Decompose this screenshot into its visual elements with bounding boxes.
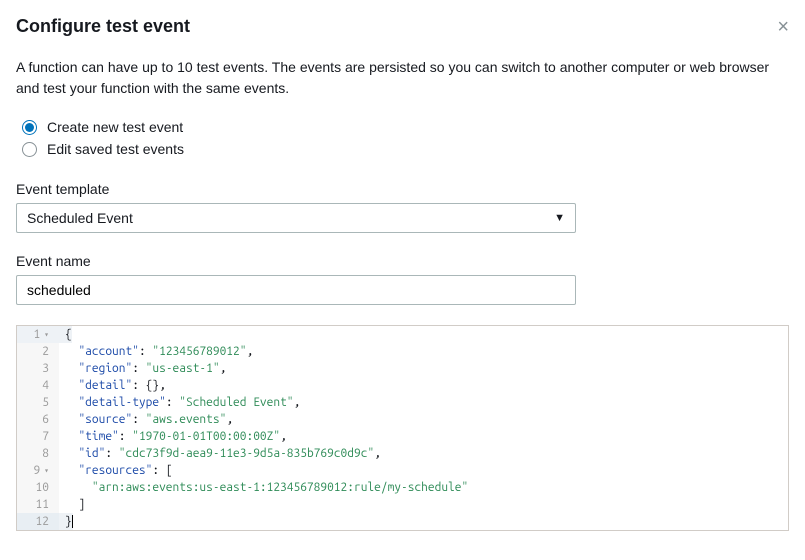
line-number: 1▾: [17, 326, 59, 343]
code-content[interactable]: "source": "aws.events",: [59, 411, 233, 428]
chevron-down-icon: ▼: [554, 212, 565, 224]
code-content[interactable]: }: [59, 513, 73, 530]
code-content[interactable]: "resources": [: [59, 462, 173, 479]
code-content[interactable]: "id": "cdc73f9d-aea9-11e3-9d5a-835b769c0…: [59, 445, 381, 462]
editor-line[interactable]: 10 "arn:aws:events:us-east-1:12345678901…: [17, 479, 788, 496]
line-number: 8: [17, 445, 59, 462]
line-number: 5: [17, 394, 59, 411]
radio-edit-saved[interactable]: Edit saved test events: [22, 141, 789, 157]
event-name-input[interactable]: [16, 275, 576, 305]
line-number: 3: [17, 360, 59, 377]
code-content[interactable]: "account": "123456789012",: [59, 343, 253, 360]
editor-line[interactable]: 6 "source": "aws.events",: [17, 411, 788, 428]
fold-icon[interactable]: ▾: [44, 462, 49, 479]
line-number: 2: [17, 343, 59, 360]
code-content[interactable]: ]: [59, 496, 85, 513]
line-number: 4: [17, 377, 59, 394]
text-cursor: [72, 515, 73, 528]
event-name-field: Event name: [16, 253, 789, 305]
line-number: 9▾: [17, 462, 59, 479]
configure-test-event-dialog: Configure test event × A function can ha…: [0, 0, 805, 547]
editor-line[interactable]: 5 "detail-type": "Scheduled Event",: [17, 394, 788, 411]
editor-line[interactable]: 7 "time": "1970-01-01T00:00:00Z",: [17, 428, 788, 445]
line-number: 12: [17, 513, 59, 530]
dialog-title: Configure test event: [16, 16, 190, 37]
code-content[interactable]: {: [59, 326, 72, 343]
code-content[interactable]: "time": "1970-01-01T00:00:00Z",: [59, 428, 287, 445]
editor-line[interactable]: 12}: [17, 513, 788, 530]
mode-radio-group: Create new test event Edit saved test ev…: [22, 119, 789, 157]
line-number: 10: [17, 479, 59, 496]
fold-icon[interactable]: ▾: [44, 326, 49, 343]
event-template-field: Event template Scheduled Event ▼: [16, 181, 789, 233]
code-content[interactable]: "region": "us-east-1",: [59, 360, 226, 377]
code-content[interactable]: "detail": {},: [59, 377, 166, 394]
field-label: Event template: [16, 181, 789, 197]
radio-icon: [22, 142, 37, 157]
json-code-editor[interactable]: 1▾{2 "account": "123456789012",3 "region…: [16, 325, 789, 531]
dialog-header: Configure test event ×: [16, 0, 789, 45]
editor-line[interactable]: 8 "id": "cdc73f9d-aea9-11e3-9d5a-835b769…: [17, 445, 788, 462]
line-number: 11: [17, 496, 59, 513]
code-content[interactable]: "detail-type": "Scheduled Event",: [59, 394, 300, 411]
line-number: 7: [17, 428, 59, 445]
editor-line[interactable]: 4 "detail": {},: [17, 377, 788, 394]
editor-line[interactable]: 9▾ "resources": [: [17, 462, 788, 479]
event-template-select[interactable]: Scheduled Event ▼: [16, 203, 576, 233]
close-icon[interactable]: ×: [777, 17, 789, 37]
radio-label: Create new test event: [47, 119, 183, 135]
editor-line[interactable]: 1▾{: [17, 326, 788, 343]
radio-create-new[interactable]: Create new test event: [22, 119, 789, 135]
editor-line[interactable]: 3 "region": "us-east-1",: [17, 360, 788, 377]
select-value: Scheduled Event: [27, 210, 133, 226]
radio-icon: [22, 120, 37, 135]
radio-label: Edit saved test events: [47, 141, 184, 157]
dialog-description: A function can have up to 10 test events…: [16, 57, 789, 99]
line-number: 6: [17, 411, 59, 428]
editor-line[interactable]: 11 ]: [17, 496, 788, 513]
code-content[interactable]: "arn:aws:events:us-east-1:123456789012:r…: [59, 479, 468, 496]
editor-line[interactable]: 2 "account": "123456789012",: [17, 343, 788, 360]
field-label: Event name: [16, 253, 789, 269]
